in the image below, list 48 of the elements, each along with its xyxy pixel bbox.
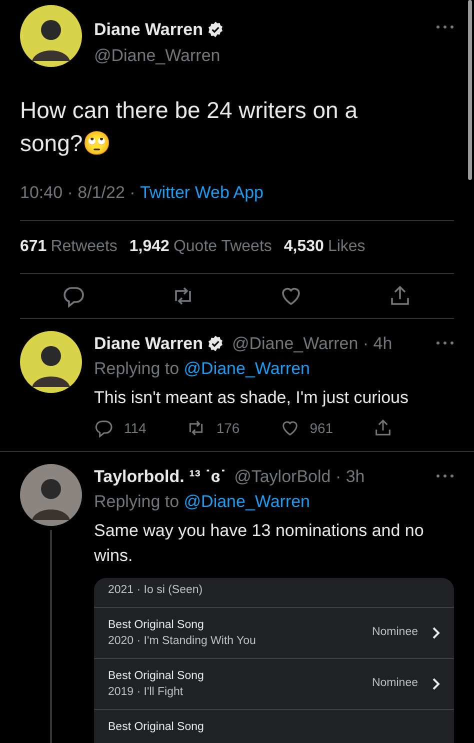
scroll-bar[interactable]	[468, 0, 472, 180]
award-row[interactable]: 2021 · Io si (Seen)	[94, 578, 454, 608]
more-icon[interactable]	[436, 25, 454, 29]
share-icon[interactable]	[373, 418, 394, 438]
award-year-title: 2020 · I'm Standing With You	[108, 634, 257, 648]
stat-count[interactable]: 4,530	[284, 234, 324, 258]
stat-label[interactable]: Likes	[328, 234, 366, 258]
avatar[interactable]	[20, 330, 82, 392]
stat-label[interactable]: Retweets	[50, 234, 118, 258]
action-count: 114	[124, 418, 146, 438]
award-year-title: 2021 · Io si (Seen)	[108, 582, 204, 598]
award-category: Best Original Song	[108, 720, 205, 734]
timestamp[interactable]: 10:40 · 8/1/22 ·	[20, 180, 140, 206]
author-handle[interactable]: @Diane_Warren · 4h	[232, 330, 392, 356]
award-category: Best Original Song	[108, 618, 205, 632]
author-name[interactable]: Taylorbold. ¹³ ˙ɞ˙	[94, 464, 226, 489]
more-icon[interactable]	[436, 341, 454, 346]
heart-icon[interactable]	[280, 418, 300, 438]
chevron-right-icon	[432, 678, 440, 690]
action-count: 176	[216, 418, 240, 438]
author-name[interactable]: Diane Warren	[94, 330, 203, 356]
author-handle[interactable]: @Diane_Warren	[94, 42, 424, 68]
replying-to-label: Replying to	[94, 492, 180, 511]
mention-link[interactable]: @Diane_Warren	[184, 492, 310, 511]
avatar[interactable]	[20, 464, 82, 526]
stat-count[interactable]: 671	[20, 234, 47, 258]
award-category: Best Original Song	[108, 668, 205, 684]
award-row[interactable]: Best Original Song 2019 · I'll Fight Nominee	[94, 658, 454, 710]
tweet-text: How can there be 24 writers on a song?🙄	[19, 96, 359, 158]
reply-icon[interactable]	[94, 418, 114, 438]
author-name[interactable]: Diane Warren	[94, 17, 203, 42]
avatar[interactable]	[20, 5, 82, 67]
chevron-right-icon	[432, 626, 440, 638]
replying-to-label: Replying to	[94, 359, 180, 378]
action-count: 961	[310, 418, 334, 438]
mention-link[interactable]: @Diane_Warren	[184, 359, 310, 378]
award-row[interactable]: Best Original Song 2020 · I'm Standing With You Nominee	[94, 608, 454, 658]
author-handle[interactable]: @TaylorBold · 3h	[234, 464, 365, 489]
award-result: Nominee	[372, 676, 418, 691]
more-icon[interactable]	[436, 474, 454, 478]
source-link[interactable]: Twitter Web App	[140, 180, 264, 206]
award-year-title: 2019 · I'll Fight	[108, 684, 184, 700]
award-row[interactable]: Best Original Song	[94, 710, 454, 743]
stat-count[interactable]: 1,942	[129, 234, 170, 258]
reply-text: Same way you have 13 nominations and no wins.	[94, 520, 425, 566]
stat-label[interactable]: Quote Tweets	[173, 234, 272, 258]
reply-text: This isn't meant as shade, I'm just curious	[94, 386, 410, 408]
award-result: Nominee	[372, 624, 418, 640]
